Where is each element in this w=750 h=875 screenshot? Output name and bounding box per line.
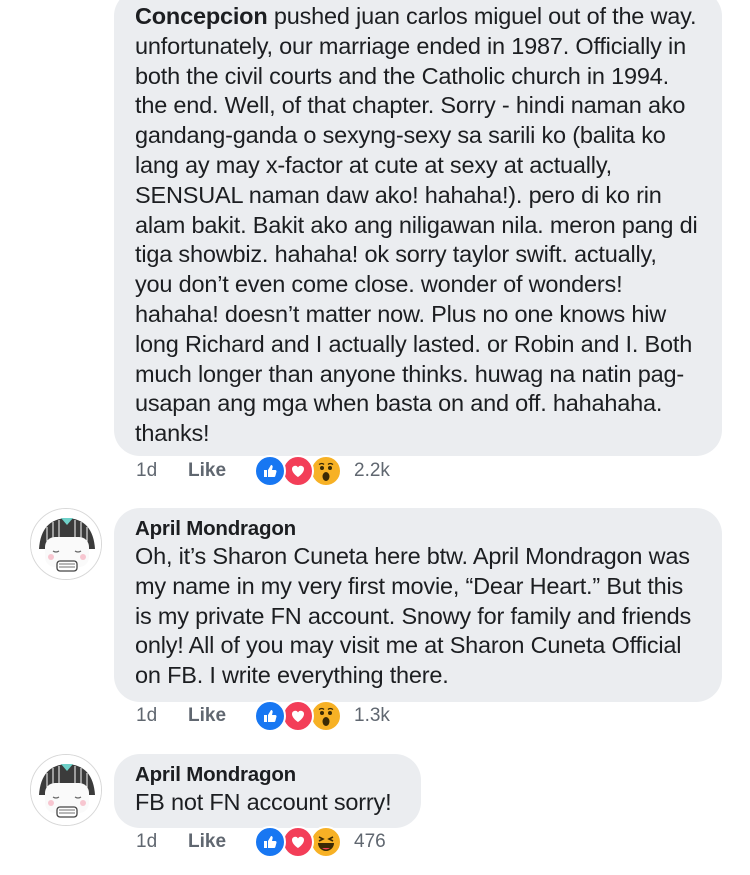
- comment-timestamp[interactable]: 1d: [136, 705, 188, 727]
- wow-icon: [310, 700, 342, 732]
- comment-meta: 1d Like 476: [136, 826, 386, 858]
- comment-author-name[interactable]: Concepcion: [135, 3, 268, 29]
- comment-bubble: April Mondragon FB not FN account sorry!: [114, 754, 421, 828]
- like-button[interactable]: Like: [188, 705, 254, 727]
- comment-text: FB not FN account sorry!: [135, 789, 392, 815]
- avatar[interactable]: [30, 754, 102, 826]
- reaction-count[interactable]: 2.2k: [354, 460, 390, 482]
- reaction-summary[interactable]: [254, 455, 342, 487]
- love-icon: [282, 700, 314, 732]
- avatar[interactable]: [30, 508, 102, 580]
- comment-text: Oh, it’s Sharon Cuneta here btw. April M…: [135, 543, 692, 689]
- reaction-summary[interactable]: [254, 700, 342, 732]
- like-button[interactable]: Like: [188, 460, 254, 482]
- like-button[interactable]: Like: [188, 831, 254, 853]
- love-icon: [282, 826, 314, 858]
- love-icon: [282, 455, 314, 487]
- comment-meta: 1d Like 1.3k: [136, 700, 390, 732]
- comment-author-name[interactable]: April Mondragon: [135, 516, 700, 542]
- like-icon: [254, 455, 286, 487]
- comment-bubble: April Mondragon Oh, it’s Sharon Cuneta h…: [114, 508, 722, 702]
- comment-bubble: Concepcion pushed juan carlos miguel out…: [114, 0, 722, 456]
- comment-author-name[interactable]: April Mondragon: [135, 762, 399, 788]
- comment-meta: 1d Like 2.2k: [136, 455, 390, 487]
- comment-timestamp[interactable]: 1d: [136, 460, 188, 482]
- reaction-summary[interactable]: [254, 826, 342, 858]
- like-icon: [254, 826, 286, 858]
- like-icon: [254, 700, 286, 732]
- wow-icon: [310, 455, 342, 487]
- haha-icon: [310, 826, 342, 858]
- comment-text: pushed juan carlos miguel out of the way…: [135, 3, 698, 447]
- reaction-count[interactable]: 1.3k: [354, 705, 390, 727]
- reaction-count[interactable]: 476: [354, 831, 386, 853]
- comment-timestamp[interactable]: 1d: [136, 831, 188, 853]
